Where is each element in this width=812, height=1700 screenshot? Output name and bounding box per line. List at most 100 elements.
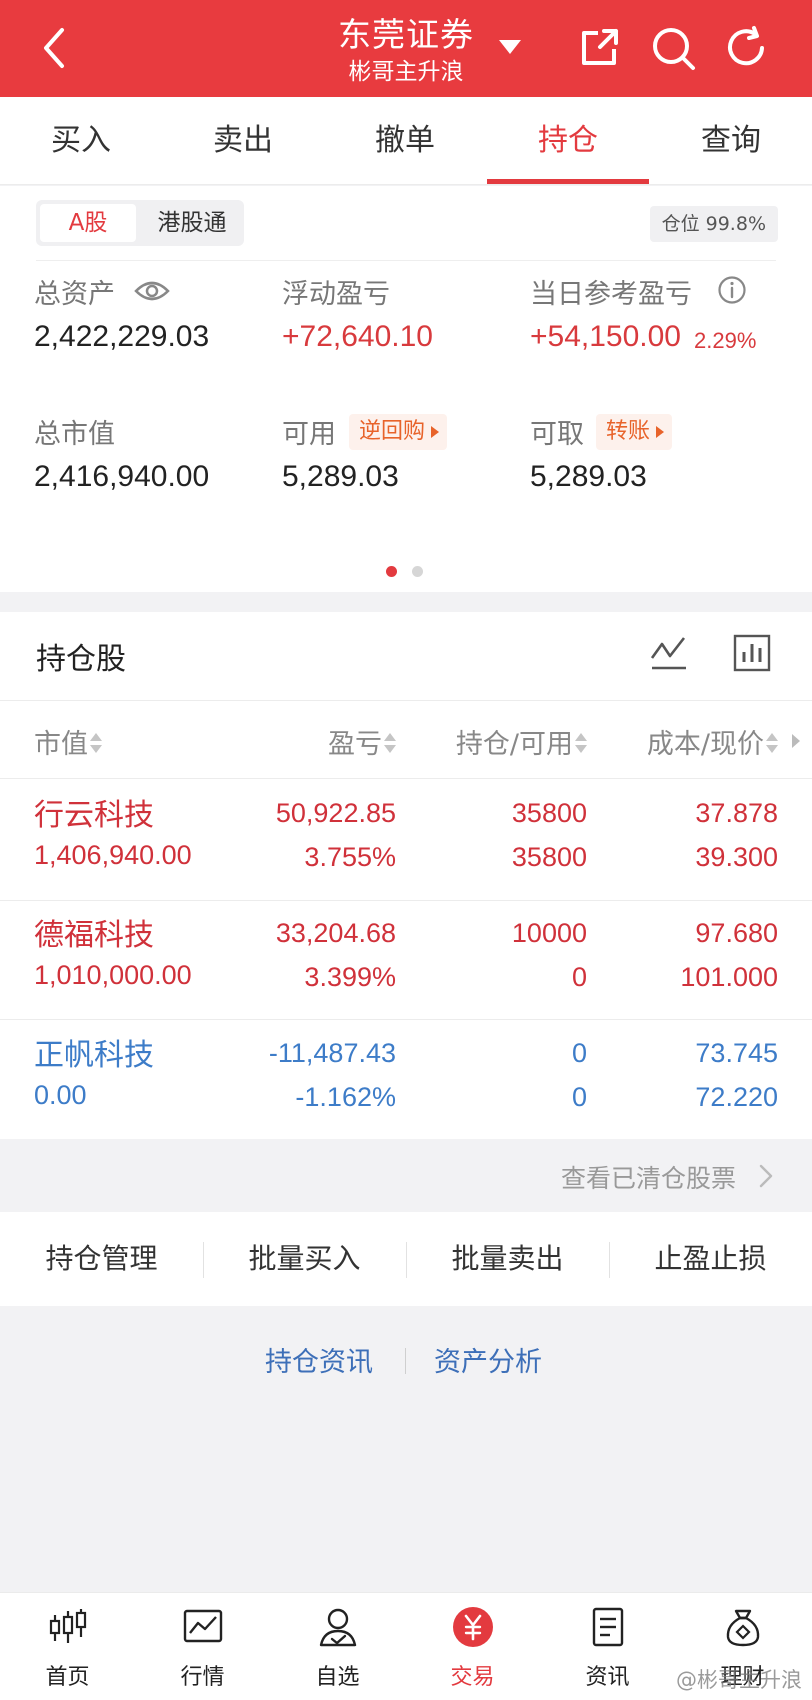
column-position[interactable]: 持仓/可用 — [456, 722, 587, 761]
stock-name: 德福科技 — [34, 918, 154, 953]
active-tab-indicator — [487, 179, 649, 184]
holdings-panel: 持仓股 市值 盈亏 持仓/可用 成本/现价 行云科技 1,406,940.00 … — [0, 612, 812, 1139]
nav-market[interactable]: 行情 — [135, 1593, 270, 1700]
refresh-icon[interactable] — [724, 25, 770, 71]
reverse-repo-button[interactable]: 逆回购 — [349, 414, 448, 450]
holdings-title: 持仓股 — [36, 642, 126, 677]
available-value: 5,289.03 — [282, 460, 399, 493]
yuan-icon — [453, 1607, 493, 1647]
market-value: 0.00 — [34, 1080, 87, 1110]
tab-buy[interactable]: 买入 — [0, 97, 162, 185]
pnl-amount: -11,487.43 — [268, 1038, 396, 1068]
cost-price: 73.745 — [695, 1038, 778, 1068]
account-dropdown-icon[interactable] — [497, 38, 523, 56]
page-indicator — [386, 566, 426, 578]
table-row[interactable]: 行云科技 1,406,940.00 50,922.85 3.755% 35800… — [0, 780, 812, 898]
app-header: 东莞证券 彬哥主升浪 — [0, 0, 812, 97]
withdrawable-label: 可取 — [530, 419, 584, 450]
share-icon[interactable] — [576, 25, 622, 71]
document-icon — [592, 1607, 624, 1647]
position-qty: 0 — [571, 1038, 587, 1068]
table-row[interactable]: 德福科技 1,010,000.00 33,204.68 3.399% 10000… — [0, 900, 812, 1018]
batch-sell-button[interactable]: 批量卖出 — [406, 1212, 609, 1306]
pnl-amount: 33,204.68 — [275, 918, 396, 948]
more-columns-icon[interactable] — [792, 734, 800, 748]
trade-tabs: 买入 卖出 撤单 持仓 查询 — [0, 97, 812, 185]
weibo-watermark: @彬哥主升浪 — [676, 1668, 802, 1692]
search-icon[interactable] — [650, 25, 696, 71]
a-share-option[interactable]: A股 — [40, 204, 136, 242]
divider — [405, 1348, 406, 1374]
position-qty: 10000 — [511, 918, 587, 948]
divider — [36, 260, 776, 261]
position-qty: 35800 — [511, 798, 587, 828]
take-profit-stop-loss-button[interactable]: 止盈止损 — [609, 1212, 812, 1306]
cleared-stocks-link[interactable]: 查看已清仓股票 — [561, 1159, 736, 1195]
market-value-label: 总市值 — [34, 419, 115, 450]
holdings-news-link[interactable]: 持仓资讯 — [265, 1340, 373, 1379]
tab-cancel-order[interactable]: 撤单 — [324, 97, 486, 185]
cost-price: 97.680 — [695, 918, 778, 948]
divider — [0, 700, 812, 701]
pnl-percent: 3.399% — [304, 962, 396, 992]
tab-sell[interactable]: 卖出 — [162, 97, 324, 185]
money-bag-icon — [726, 1609, 760, 1647]
total-assets-label: 总资产 — [34, 279, 115, 310]
daily-pnl-label: 当日参考盈亏 — [530, 279, 692, 310]
page-dot — [412, 566, 423, 577]
asset-analysis-link[interactable]: 资产分析 — [434, 1340, 542, 1379]
daily-pnl-percent: 2.29% — [694, 328, 757, 353]
user-check-icon — [319, 1608, 357, 1647]
nav-news[interactable]: 资讯 — [540, 1593, 675, 1700]
bar-chart-icon[interactable] — [731, 632, 773, 674]
hk-connect-option[interactable]: 港股通 — [142, 204, 242, 242]
current-price: 72.220 — [695, 1082, 778, 1112]
market-toggle: A股 港股通 — [36, 200, 244, 246]
batch-buy-button[interactable]: 批量买入 — [203, 1212, 406, 1306]
column-pnl[interactable]: 盈亏 — [328, 722, 396, 761]
sort-icon — [90, 733, 102, 755]
nav-label: 首页 — [45, 1665, 90, 1690]
position-ratio-badge: 仓位 99.8% — [649, 206, 778, 242]
pnl-percent: -1.162% — [295, 1082, 396, 1112]
holdings-actions: 持仓管理 批量买入 批量卖出 止盈止损 — [0, 1212, 812, 1306]
stock-name: 行云科技 — [34, 798, 154, 833]
table-row[interactable]: 正帆科技 0.00 -11,487.43 -1.162% 0 0 73.745 … — [0, 1020, 812, 1138]
stock-name: 正帆科技 — [34, 1038, 154, 1073]
info-links: 持仓资讯 资产分析 — [0, 1306, 812, 1416]
floating-pnl-value: +72,640.10 — [282, 320, 433, 353]
current-price: 39.300 — [695, 842, 778, 872]
available-qty: 0 — [571, 1082, 587, 1112]
transfer-button[interactable]: 转账 — [596, 414, 673, 450]
withdrawable-value: 5,289.03 — [530, 460, 647, 493]
current-price: 101.000 — [680, 962, 778, 992]
chevron-right-icon[interactable] — [758, 1163, 774, 1189]
nav-home[interactable]: 首页 — [0, 1593, 135, 1700]
pnl-amount: 50,922.85 — [275, 798, 396, 828]
available-qty: 35800 — [511, 842, 587, 872]
tab-query[interactable]: 查询 — [650, 97, 812, 185]
candlestick-icon — [49, 1609, 87, 1643]
nav-label: 行情 — [180, 1665, 225, 1690]
trend-line-icon[interactable] — [648, 632, 690, 674]
eye-icon[interactable] — [134, 276, 170, 306]
available-qty: 0 — [571, 962, 587, 992]
tab-positions[interactable]: 持仓 — [487, 97, 649, 185]
line-chart-icon — [183, 1609, 223, 1643]
cleared-stocks-bar: 查看已清仓股票 — [0, 1139, 812, 1212]
floating-pnl-label: 浮动盈亏 — [282, 279, 390, 310]
total-assets-value: 2,422,229.03 — [34, 320, 210, 353]
market-value: 1,010,000.00 — [34, 960, 192, 990]
divider — [0, 778, 812, 779]
nav-watchlist[interactable]: 自选 — [270, 1593, 405, 1700]
sort-icon — [575, 733, 587, 755]
column-cost-price[interactable]: 成本/现价 — [647, 722, 778, 761]
info-icon[interactable] — [717, 275, 747, 305]
sort-icon — [766, 733, 778, 755]
manage-positions-button[interactable]: 持仓管理 — [0, 1212, 203, 1306]
nav-label: 资讯 — [585, 1665, 630, 1690]
asset-summary: A股 港股通 仓位 99.8% 总资产 2,422,229.03 浮动盈亏 +7… — [0, 186, 812, 592]
nav-trade[interactable]: 交易 — [405, 1593, 540, 1700]
nav-label: 交易 — [450, 1665, 495, 1690]
column-market-value[interactable]: 市值 — [34, 722, 102, 761]
